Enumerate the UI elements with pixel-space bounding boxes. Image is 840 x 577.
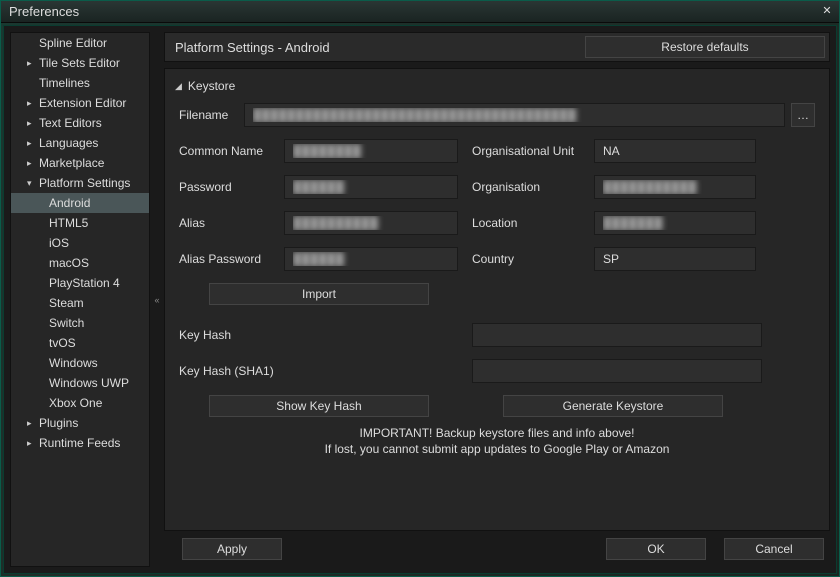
org-unit-input[interactable]	[594, 139, 756, 163]
browse-button[interactable]: …	[791, 103, 815, 127]
cancel-button[interactable]: Cancel	[724, 538, 824, 560]
right-panel: Platform Settings - Android Restore defa…	[164, 32, 830, 567]
ok-button[interactable]: OK	[606, 538, 706, 560]
tree-item-label: Runtime Feeds	[39, 436, 120, 450]
tree-item-xbox-one[interactable]: Xbox One	[11, 393, 149, 413]
location-input[interactable]	[594, 211, 756, 235]
tree-item-html5[interactable]: HTML5	[11, 213, 149, 233]
tree-item-label: Platform Settings	[39, 176, 130, 190]
tree-item-label: iOS	[49, 236, 69, 250]
tree-item-extension-editor[interactable]: ▸Extension Editor	[11, 93, 149, 113]
panel-header: Platform Settings - Android Restore defa…	[164, 32, 830, 62]
tree-item-label: Plugins	[39, 416, 78, 430]
keystore-section-header[interactable]: ◢ Keystore	[179, 79, 815, 93]
chevron-right-icon: ▸	[27, 158, 37, 169]
tree-item-marketplace[interactable]: ▸Marketplace	[11, 153, 149, 173]
password-input[interactable]	[284, 175, 458, 199]
tree-item-steam[interactable]: Steam	[11, 293, 149, 313]
alias-password-input[interactable]	[284, 247, 458, 271]
country-label: Country	[472, 252, 594, 266]
tree-item-label: Extension Editor	[39, 96, 126, 110]
tree-item-platform-settings[interactable]: ▾Platform Settings	[11, 173, 149, 193]
alias-input[interactable]	[284, 211, 458, 235]
chevron-right-icon: ▸	[27, 118, 37, 129]
chevron-down-icon: ▾	[27, 178, 37, 189]
show-key-hash-button[interactable]: Show Key Hash	[209, 395, 429, 417]
tree-item-label: Languages	[39, 136, 98, 150]
tree-item-playstation-4[interactable]: PlayStation 4	[11, 273, 149, 293]
tree-item-label: Spline Editor	[39, 36, 107, 50]
org-unit-label: Organisational Unit	[472, 144, 594, 158]
chevron-right-icon: ▸	[27, 98, 37, 109]
common-name-input[interactable]	[284, 139, 458, 163]
preferences-window: Preferences ✕ Spline Editor▸Tile Sets Ed…	[0, 0, 840, 577]
organisation-input[interactable]	[594, 175, 756, 199]
filename-label: Filename	[179, 108, 244, 122]
key-hash-sha1-label: Key Hash (SHA1)	[179, 364, 472, 378]
restore-defaults-button[interactable]: Restore defaults	[585, 36, 825, 58]
alias-password-label: Alias Password	[179, 252, 284, 266]
panel-title: Platform Settings - Android	[175, 40, 330, 55]
warning-text: IMPORTANT! Backup keystore files and inf…	[179, 425, 815, 457]
tree-item-switch[interactable]: Switch	[11, 313, 149, 333]
alias-label: Alias	[179, 216, 284, 230]
tree-item-languages[interactable]: ▸Languages	[11, 133, 149, 153]
common-name-label: Common Name	[179, 144, 284, 158]
tree-item-label: Steam	[49, 296, 84, 310]
collapse-handle-icon[interactable]: «	[152, 26, 162, 573]
chevron-right-icon: ▸	[27, 438, 37, 449]
tree-item-windows-uwp[interactable]: Windows UWP	[11, 373, 149, 393]
titlebar[interactable]: Preferences ✕	[1, 1, 839, 23]
tree-item-label: PlayStation 4	[49, 276, 120, 290]
tree-item-label: Android	[49, 196, 90, 210]
tree-item-runtime-feeds[interactable]: ▸Runtime Feeds	[11, 433, 149, 453]
keystore-section-title: Keystore	[188, 79, 235, 93]
country-input[interactable]	[594, 247, 756, 271]
tree-item-label: Marketplace	[39, 156, 104, 170]
key-hash-label: Key Hash	[179, 328, 472, 342]
key-hash-input[interactable]	[472, 323, 762, 347]
tree-item-tile-sets-editor[interactable]: ▸Tile Sets Editor	[11, 53, 149, 73]
preferences-tree[interactable]: Spline Editor▸Tile Sets EditorTimelines▸…	[10, 32, 150, 567]
tree-item-timelines[interactable]: Timelines	[11, 73, 149, 93]
chevron-right-icon: ▸	[27, 418, 37, 429]
tree-item-spline-editor[interactable]: Spline Editor	[11, 33, 149, 53]
password-label: Password	[179, 180, 284, 194]
tree-item-label: HTML5	[49, 216, 88, 230]
tree-item-label: Windows UWP	[49, 376, 129, 390]
chevron-down-icon: ◢	[175, 81, 182, 92]
filename-input[interactable]	[244, 103, 785, 127]
tree-item-tvos[interactable]: tvOS	[11, 333, 149, 353]
tree-item-text-editors[interactable]: ▸Text Editors	[11, 113, 149, 133]
tree-item-label: Windows	[49, 356, 98, 370]
tree-item-label: Xbox One	[49, 396, 102, 410]
window-title: Preferences	[9, 4, 79, 19]
close-icon[interactable]: ✕	[819, 4, 835, 18]
apply-button[interactable]: Apply	[182, 538, 282, 560]
tree-item-macos[interactable]: macOS	[11, 253, 149, 273]
tree-item-label: Tile Sets Editor	[39, 56, 120, 70]
tree-item-ios[interactable]: iOS	[11, 233, 149, 253]
tree-item-label: macOS	[49, 256, 89, 270]
location-label: Location	[472, 216, 594, 230]
main-split: Spline Editor▸Tile Sets EditorTimelines▸…	[4, 26, 836, 573]
tree-item-windows[interactable]: Windows	[11, 353, 149, 373]
tree-item-label: Text Editors	[39, 116, 102, 130]
content-area: Spline Editor▸Tile Sets EditorTimelines▸…	[3, 25, 837, 574]
footer-buttons: Apply OK Cancel	[164, 531, 830, 567]
generate-keystore-button[interactable]: Generate Keystore	[503, 395, 723, 417]
tree-item-android[interactable]: Android	[11, 193, 149, 213]
chevron-right-icon: ▸	[27, 138, 37, 149]
tree-item-label: tvOS	[49, 336, 76, 350]
chevron-right-icon: ▸	[27, 58, 37, 69]
key-hash-sha1-input[interactable]	[472, 359, 762, 383]
organisation-label: Organisation	[472, 180, 594, 194]
tree-item-plugins[interactable]: ▸Plugins	[11, 413, 149, 433]
tree-item-label: Timelines	[39, 76, 90, 90]
import-button[interactable]: Import	[209, 283, 429, 305]
tree-item-label: Switch	[49, 316, 84, 330]
settings-scroll[interactable]: ◢ Keystore Filename … Common Name Organi…	[164, 68, 830, 531]
